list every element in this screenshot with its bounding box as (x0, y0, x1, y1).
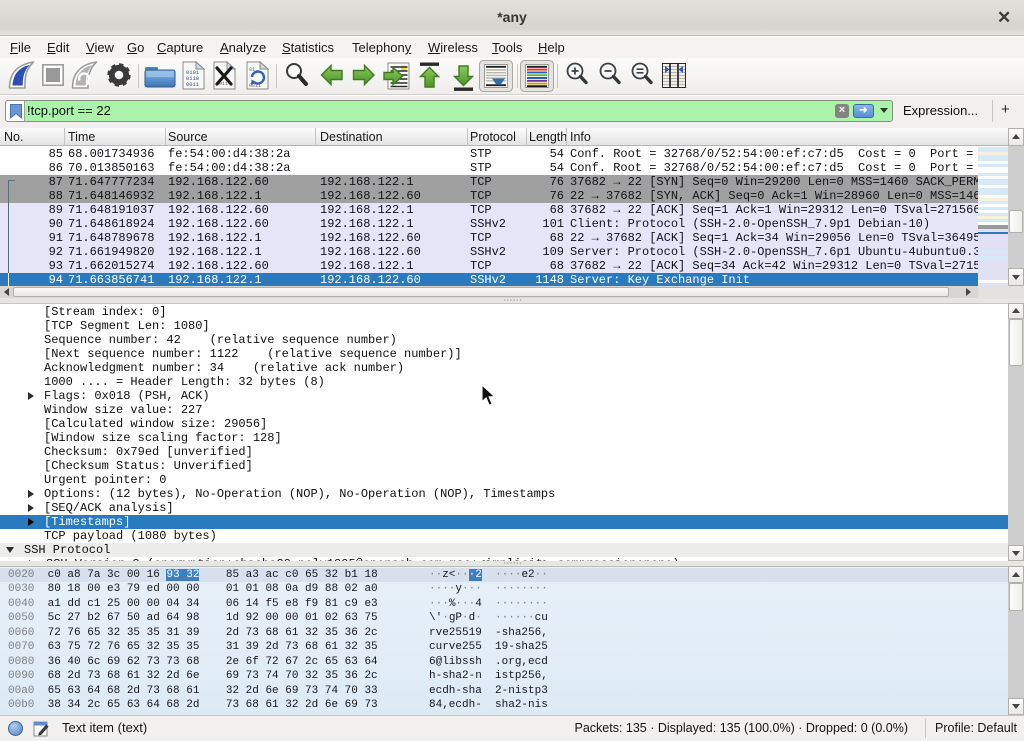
svg-text:0011: 0011 (186, 81, 200, 88)
